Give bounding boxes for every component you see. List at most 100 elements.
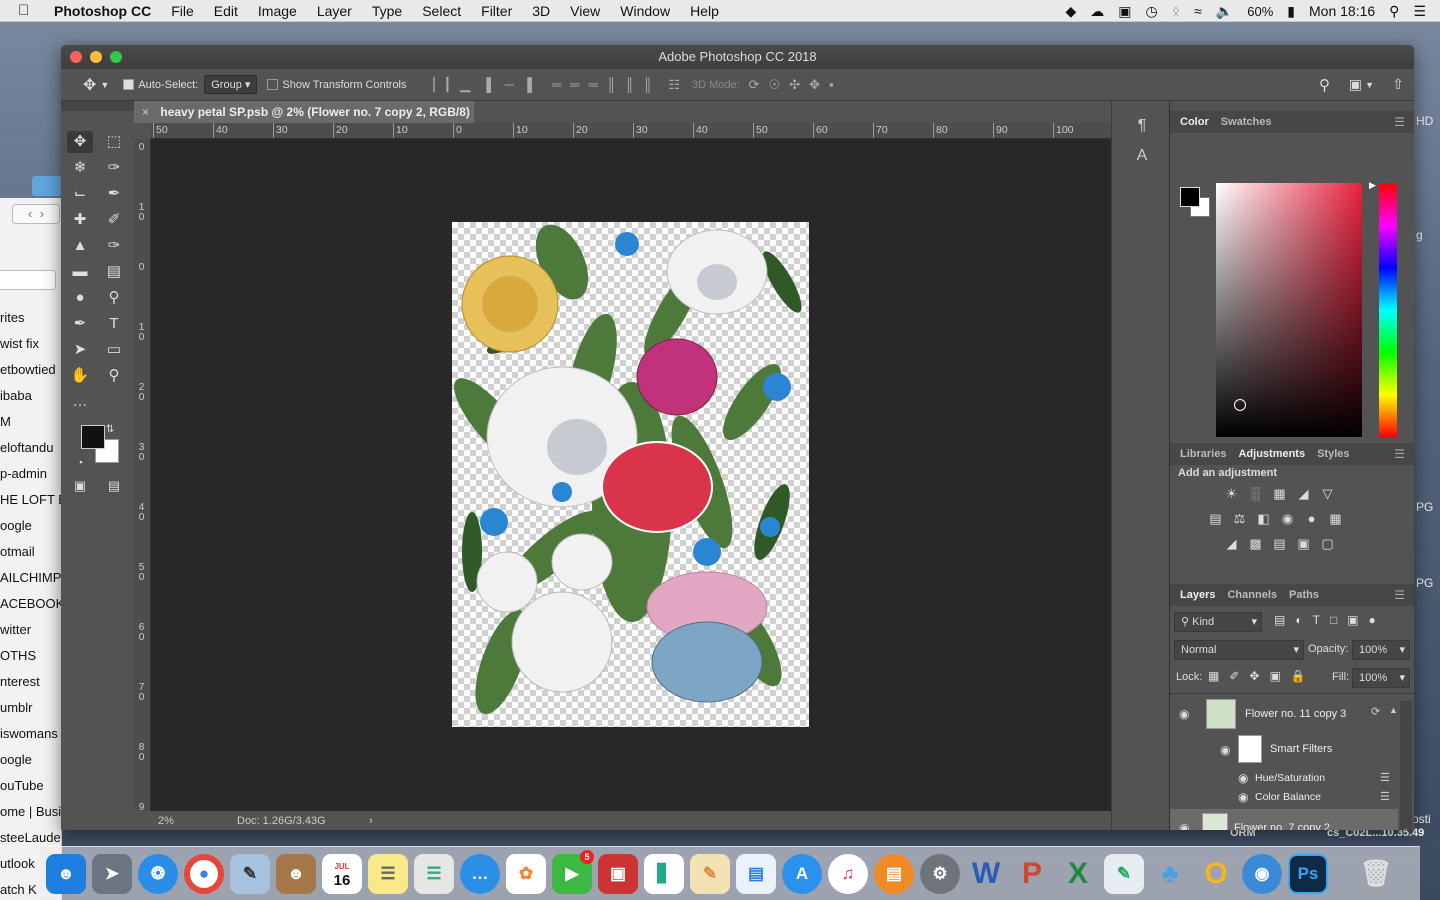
healing-brush-tool-icon[interactable]: ✚ [67, 209, 93, 231]
word-icon[interactable]: W [966, 854, 1006, 894]
color-picker-cursor[interactable] [1234, 399, 1246, 411]
panel-collapse-strip[interactable] [61, 101, 134, 111]
layer-row[interactable]: ◉ Smart Filters [1170, 733, 1398, 765]
tab-swatches[interactable]: Swatches [1219, 116, 1274, 128]
powerpoint-icon[interactable]: P [1012, 854, 1052, 894]
layer-row[interactable]: ◉ Color Balance ☰ [1170, 788, 1398, 806]
brush-tool-icon[interactable]: ✐ [101, 209, 127, 231]
color-balance-icon[interactable]: ⚖ [1230, 510, 1249, 528]
menu-type[interactable]: Type [372, 3, 402, 19]
bookmark-item[interactable]: atch K [0, 882, 37, 897]
distribute-right-icon[interactable]: ║ [643, 77, 652, 92]
browser-search-box[interactable] [0, 270, 56, 290]
bluetooth-icon[interactable]: ᛟ [1172, 3, 1180, 19]
bookmark-item[interactable]: otmail [0, 544, 35, 559]
bookmark-item[interactable]: umblr [0, 700, 33, 715]
tab-adjustments[interactable]: Adjustments [1236, 448, 1307, 460]
minimize-window-button[interactable] [90, 51, 102, 63]
bookmark-item[interactable]: ouTube [0, 778, 44, 793]
transform-controls-checkbox[interactable] [267, 79, 279, 90]
eye-icon[interactable]: ◉ [1179, 707, 1189, 721]
chrome-icon[interactable]: ● [184, 853, 224, 894]
volume-icon[interactable]: 🔈 [1216, 3, 1233, 20]
vibrance-icon[interactable]: ▽ [1318, 485, 1337, 503]
bookmark-item[interactable]: HE LOFT E [0, 492, 61, 507]
photos-icon[interactable]: ✿ [506, 853, 546, 894]
utility-icon[interactable]: ✎ [1104, 853, 1144, 894]
finder-icon[interactable]: ☻ [46, 853, 86, 894]
bookmark-item[interactable]: p-admin [0, 466, 47, 481]
bookmark-item[interactable]: M [0, 414, 11, 429]
marquee-tool-icon[interactable]: ⬚ [101, 131, 127, 153]
pen-tool-icon[interactable]: ✒ [67, 313, 93, 335]
lock-transparent-icon[interactable]: ▦ [1208, 669, 1219, 683]
notes-icon[interactable]: ☰ [368, 853, 408, 894]
layer-filter-dropdown[interactable]: ⚲ Kind ▾ [1174, 612, 1262, 632]
panel-menu-icon[interactable]: ☰ [1392, 115, 1407, 129]
chevron-up-icon[interactable]: ▲ [1389, 705, 1398, 715]
distribute-top-icon[interactable]: ═ [552, 77, 561, 92]
align-right-icon[interactable]: ▐ [523, 77, 532, 92]
lock-artboard-icon[interactable]: ▣ [1269, 669, 1280, 683]
layer-row[interactable]: ◉ Hue/Saturation ☰ [1170, 769, 1398, 787]
chevron-down-icon[interactable]: ▼ [1365, 80, 1374, 90]
menu-view[interactable]: View [570, 3, 600, 19]
scrollbar-thumb[interactable] [1403, 829, 1409, 830]
close-tab-icon[interactable]: × [142, 105, 149, 119]
curves-icon[interactable]: ▦ [1270, 485, 1289, 503]
menu-edit[interactable]: Edit [214, 3, 238, 19]
bookmark-item[interactable]: witter [0, 622, 31, 637]
bookmark-item[interactable]: utlook [0, 856, 35, 871]
menu-image[interactable]: Image [258, 3, 297, 19]
color-lookup-icon[interactable]: ▦ [1326, 510, 1345, 528]
messages-icon[interactable]: … [460, 853, 500, 894]
window-titlebar[interactable]: Adobe Photoshop CC 2018 [61, 45, 1414, 69]
photo-booth-icon[interactable]: ▣ [598, 853, 638, 894]
share-icon[interactable]: ⇧ [1392, 76, 1404, 93]
reminders-icon[interactable]: ☰ [414, 853, 454, 894]
trash-icon[interactable]: 🗑 [1356, 854, 1396, 894]
align-hcenter-icon[interactable]: ─ [505, 77, 514, 92]
zoom-window-button[interactable] [110, 51, 122, 63]
dropbox-icon[interactable]: ◆ [1065, 3, 1076, 20]
align-vcenter-icon[interactable]: ┃ [444, 77, 452, 93]
battery-icon[interactable]: ▮ [1287, 3, 1295, 20]
bookmark-item[interactable]: ome | Busi [0, 804, 61, 819]
bookmark-item[interactable]: AILCHIMP [0, 570, 61, 585]
filter-shape-icon[interactable]: □ [1330, 613, 1337, 627]
3d-slide-icon[interactable]: ✥ [809, 77, 820, 93]
gradient-tool-icon[interactable]: ▤ [101, 261, 127, 283]
pages-icon[interactable]: ✎ [690, 853, 730, 894]
bookmark-item[interactable]: etbowtied [0, 362, 56, 377]
keynote-icon[interactable]: ▤ [736, 853, 776, 894]
facetime-icon[interactable]: ▶ 5 [552, 849, 594, 894]
more-tools-icon[interactable]: … [67, 391, 93, 413]
doc-size[interactable]: Doc: 1.26G/3.43G [237, 811, 326, 830]
menu-select[interactable]: Select [422, 3, 461, 19]
auto-select-dropdown[interactable]: Group ▾ [204, 75, 258, 94]
hue-slider-handle[interactable]: ▶ [1369, 180, 1376, 191]
canvas-area[interactable] [151, 139, 1111, 811]
itunes-icon[interactable]: ♫ [828, 853, 868, 894]
menu-3d[interactable]: 3D [532, 3, 550, 19]
globe-icon[interactable]: ◉ [1242, 853, 1282, 894]
paragraph-panel-icon[interactable]: ¶ [1130, 117, 1154, 139]
tab-styles[interactable]: Styles [1315, 448, 1351, 460]
zoom-level[interactable]: 2% [158, 811, 174, 830]
menu-help[interactable]: Help [690, 3, 719, 19]
move-tool-preset-icon[interactable]: ✥ [83, 75, 96, 95]
desktop-folder-icon[interactable] [32, 176, 62, 196]
filter-options-icon[interactable]: ☰ [1380, 790, 1390, 803]
bookmark-item[interactable]: rites [0, 310, 25, 325]
wifi-icon[interactable]: ≈ [1194, 3, 1202, 19]
filter-pixel-icon[interactable]: ▤ [1274, 613, 1285, 627]
invert-icon[interactable]: ◢ [1222, 535, 1241, 553]
bookmark-item[interactable]: ibaba [0, 388, 32, 403]
filter-adjustment-icon[interactable]: ◐ [1295, 613, 1302, 627]
clock[interactable]: Mon 18:16 [1309, 3, 1375, 19]
safari-icon[interactable]: ❂ [138, 853, 178, 894]
notification-center-icon[interactable]: ☰ [1413, 3, 1426, 20]
eye-icon[interactable]: ◉ [1238, 771, 1248, 785]
menu-window[interactable]: Window [620, 3, 670, 19]
photo-filter-icon[interactable]: ◉ [1278, 510, 1297, 528]
